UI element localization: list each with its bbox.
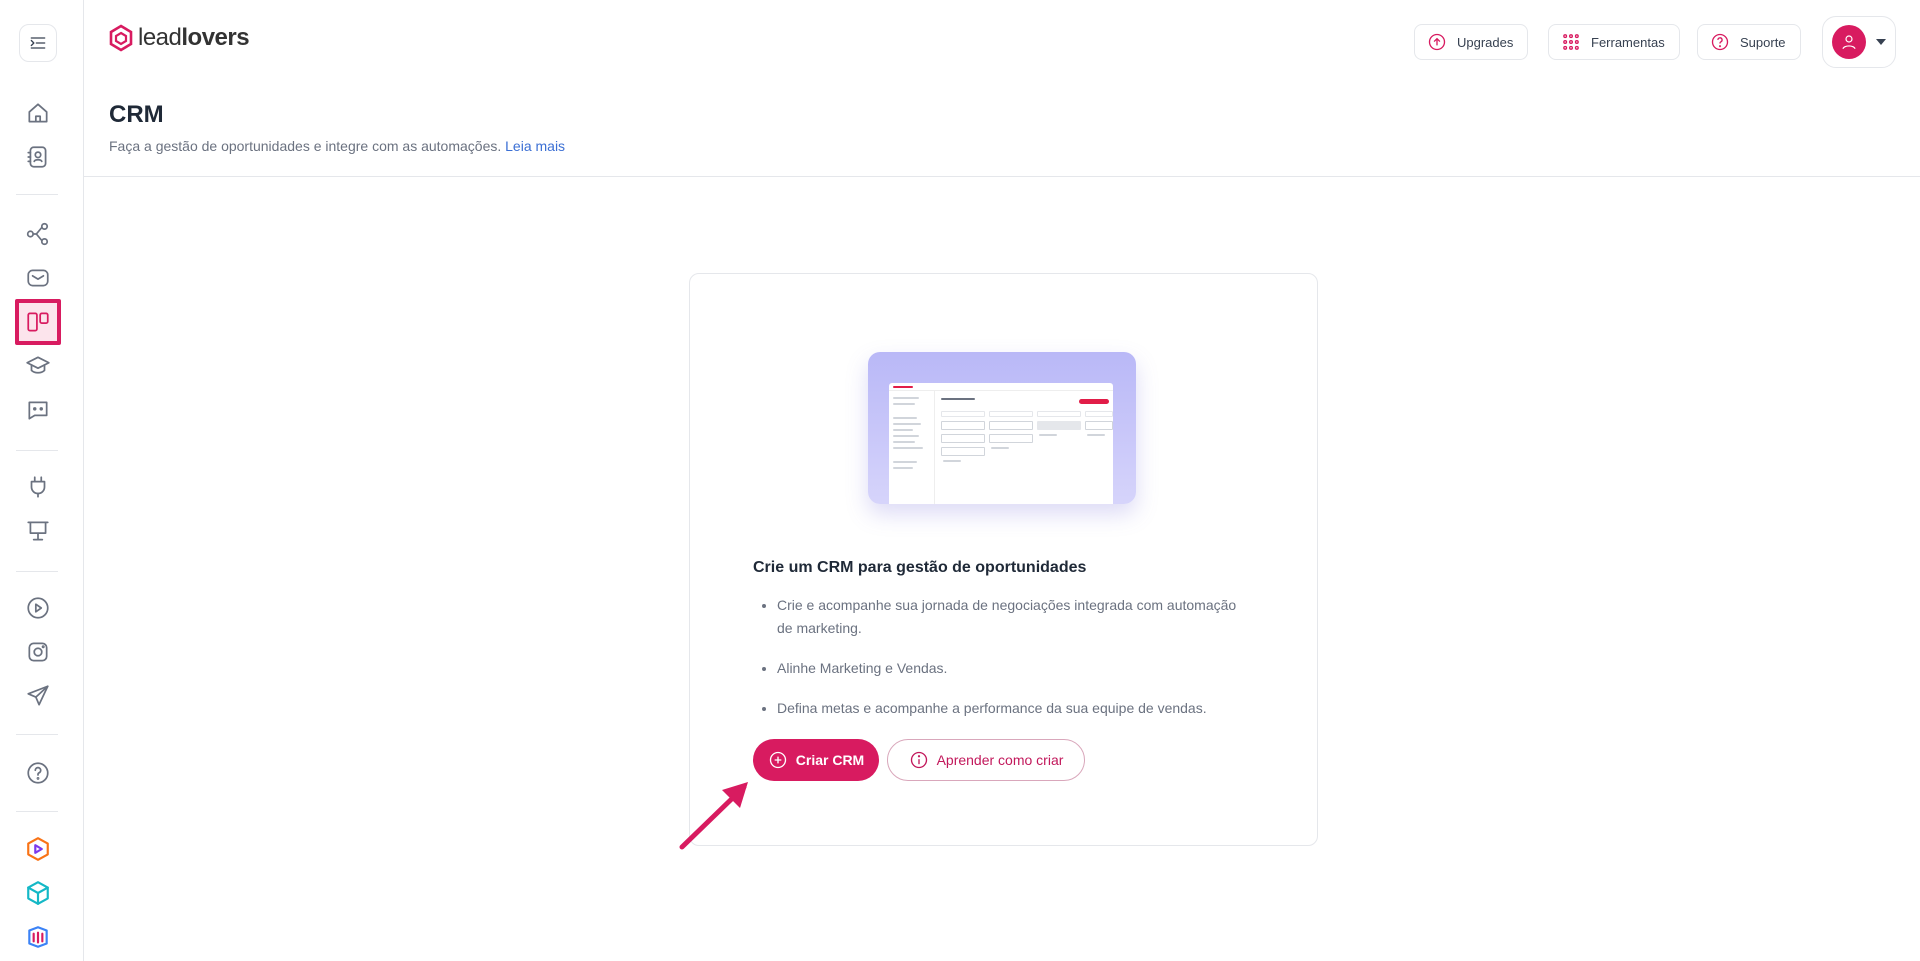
plug-icon: [30, 476, 46, 498]
ferramentas-button[interactable]: Ferramentas: [1548, 24, 1680, 60]
instagram-icon: [28, 642, 48, 662]
apps-grid-icon: [1563, 34, 1579, 50]
suporte-button[interactable]: Suporte: [1697, 24, 1801, 60]
sidebar-item-help[interactable]: [19, 754, 57, 792]
topbar: leadlovers Upgrades Ferramentas Suporte: [84, 0, 1920, 84]
sidebar-divider: [16, 450, 58, 451]
send-icon: [27, 685, 49, 706]
list-item: Alinhe Marketing e Vendas.: [777, 657, 1247, 680]
page-header: CRM Faça a gestão de oportunidades e int…: [84, 84, 1920, 177]
upgrades-label: Upgrades: [1457, 34, 1514, 50]
list-item: Crie e acompanhe sua jornada de negociaç…: [777, 594, 1247, 640]
suporte-label: Suporte: [1740, 34, 1786, 50]
help-circle-icon: [1711, 33, 1729, 51]
graduation-cap-icon: [26, 356, 50, 374]
user-menu[interactable]: [1822, 16, 1896, 68]
feature-list: Crie e acompanhe sua jornada de negociaç…: [777, 594, 1247, 720]
page-title: CRM: [109, 101, 164, 128]
upgrades-button[interactable]: Upgrades: [1414, 24, 1529, 60]
read-more-link[interactable]: Leia mais: [505, 138, 565, 154]
crm-preview-illustration: [868, 352, 1136, 504]
upgrade-arrow-icon: [1428, 33, 1446, 51]
logo-wordmark: leadlovers: [138, 24, 250, 51]
plus-circle-icon: [769, 751, 786, 769]
play-icon: [27, 597, 49, 619]
sidebar-divider: [16, 734, 58, 735]
info-circle-icon: [910, 751, 927, 769]
brand-logo[interactable]: leadlovers: [108, 24, 250, 52]
sidebar-item-automations[interactable]: [19, 215, 57, 253]
product-box-logo-icon: [27, 881, 49, 905]
sidebar-item-email[interactable]: [19, 259, 57, 297]
sidebar-item-product-play[interactable]: [19, 830, 57, 868]
user-icon: [1842, 35, 1856, 50]
crm-preview-mockup: [889, 383, 1113, 504]
sidebar-item-videos[interactable]: [19, 589, 57, 627]
automation-flow-icon: [26, 222, 49, 246]
sidebar-item-courses[interactable]: [19, 347, 57, 385]
product-play-logo-icon: [27, 837, 49, 861]
sidebar-divider: [16, 571, 58, 572]
ferramentas-label: Ferramentas: [1591, 34, 1665, 50]
sidebar-item-send[interactable]: [19, 677, 57, 715]
card-title: Crie um CRM para gestão de oportunidades: [753, 559, 1087, 576]
crm-board-icon: [27, 312, 49, 332]
menu-toggle-icon: [30, 37, 46, 49]
sidebar-item-integrations[interactable]: [19, 468, 57, 506]
sidebar-item-pages[interactable]: [19, 512, 57, 550]
sidebar-item-instagram[interactable]: [19, 633, 57, 671]
chevron-down-icon: [1876, 39, 1886, 45]
create-crm-button[interactable]: Criar CRM: [753, 739, 879, 781]
chat-bot-icon: [28, 401, 48, 420]
avatar: [1832, 25, 1866, 59]
sidebar-divider: [16, 194, 58, 195]
leadlovers-logo-icon: [109, 24, 133, 52]
pointer-arrow-annotation: [679, 782, 748, 850]
sidebar-item-home[interactable]: [19, 94, 57, 132]
contacts-icon: [27, 146, 47, 168]
sidebar-item-contacts[interactable]: [19, 138, 57, 176]
sidebar-item-chatbot[interactable]: [19, 391, 57, 429]
empty-state-card: Crie um CRM para gestão de oportunidades…: [689, 273, 1318, 846]
help-icon: [27, 762, 49, 784]
home-icon: [28, 103, 48, 123]
presentation-icon: [27, 521, 49, 541]
create-crm-label: Criar CRM: [795, 752, 865, 768]
sidebar-toggle-button[interactable]: [19, 24, 57, 62]
learn-how-button[interactable]: Aprender como criar: [887, 739, 1085, 781]
page-subtitle: Faça a gestão de oportunidades e integre…: [109, 138, 566, 154]
mail-icon: [27, 269, 49, 287]
sidebar-item-product-stack[interactable]: [19, 918, 57, 956]
sidebar-divider: [16, 811, 58, 812]
sidebar: [0, 0, 84, 961]
product-stack-logo-icon: [28, 926, 48, 948]
learn-how-label: Aprender como criar: [936, 752, 1064, 768]
list-item: Defina metas e acompanhe a performance d…: [777, 697, 1247, 720]
sidebar-item-product-box[interactable]: [19, 874, 57, 912]
sidebar-item-crm[interactable]: [15, 299, 61, 345]
